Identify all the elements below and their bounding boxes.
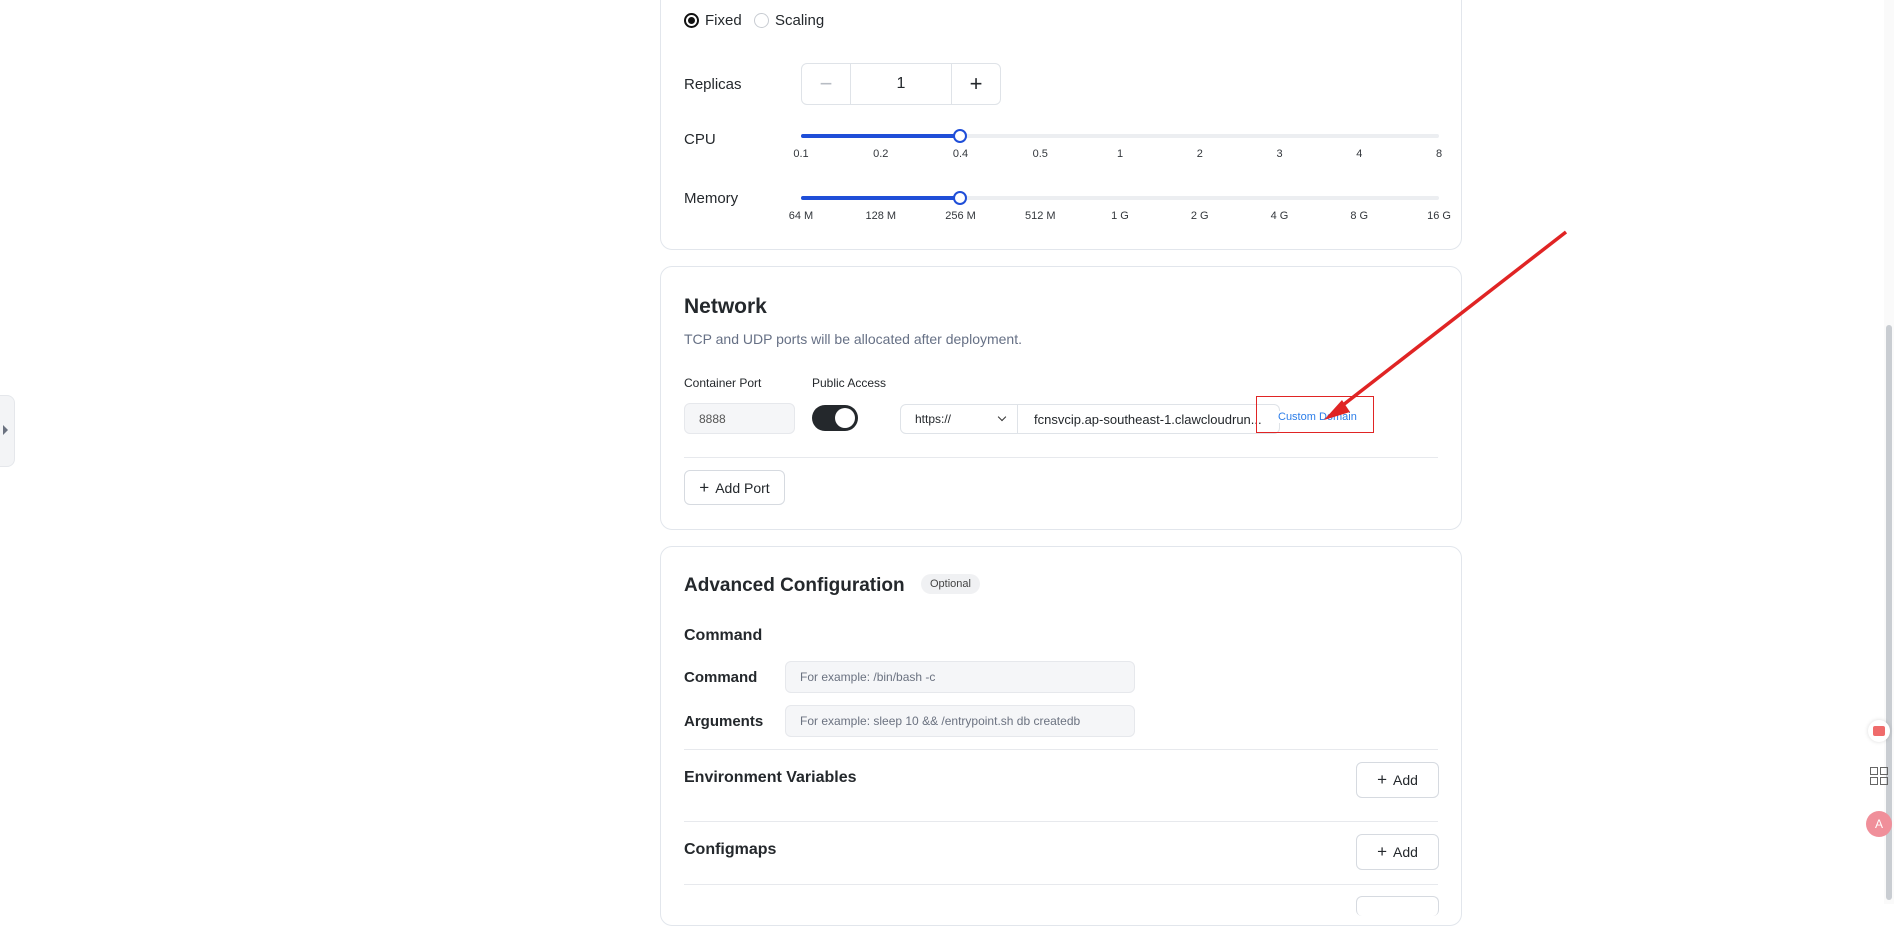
cpu-slider-fill: [801, 134, 960, 138]
plus-icon: +: [1377, 770, 1387, 789]
memory-tick-label: 64 M: [788, 210, 814, 222]
container-port-label: Container Port: [684, 376, 762, 390]
cpu-tick-label: 0.2: [873, 148, 889, 160]
add-port-button[interactable]: + Add Port: [684, 470, 785, 505]
cpu-label: CPU: [684, 131, 716, 148]
env-divider: [684, 749, 1438, 750]
replicas-label: Replicas: [684, 76, 742, 93]
chevron-right-icon: [3, 425, 8, 435]
annotation-arrow: [1324, 230, 1568, 420]
memory-tick-label: 4 G: [1270, 210, 1289, 222]
memory-tick-label: 2 G: [1190, 210, 1209, 222]
protocol-select[interactable]: https://: [900, 404, 1018, 434]
configmaps-add-button[interactable]: + Add: [1356, 834, 1439, 870]
replicas-value[interactable]: 1: [851, 64, 951, 104]
replicas-stepper: − 1 +: [801, 63, 1001, 105]
memory-tick-label: 128 M: [865, 210, 897, 222]
configmaps-label: Configmaps: [684, 841, 777, 858]
memory-tick-label: 512 M: [1024, 210, 1056, 222]
command-label: Command: [684, 669, 758, 686]
cpu-slider-thumb[interactable]: [953, 129, 967, 143]
apps-grid-icon[interactable]: [1870, 767, 1888, 785]
sidebar-expand-tab[interactable]: [0, 395, 15, 467]
configmaps-divider: [684, 821, 1438, 822]
public-access-label: Public Access: [812, 376, 887, 390]
arguments-input[interactable]: For example: sleep 10 && /entrypoint.sh …: [785, 705, 1135, 737]
bottom-divider: [684, 884, 1438, 885]
advanced-title: Advanced Configuration: [684, 575, 905, 596]
radio-fixed[interactable]: Fixed: [684, 12, 742, 29]
protocol-value: https://: [915, 412, 952, 426]
env-vars-label: Environment Variables: [684, 769, 857, 786]
decrement-button[interactable]: −: [802, 64, 851, 104]
optional-badge: Optional: [921, 574, 980, 594]
memory-tick-label: 1 G: [1111, 210, 1129, 222]
command-section-title: Command: [684, 627, 763, 644]
chevron-down-icon: [997, 412, 1007, 422]
cpu-tick-label: 8: [1435, 148, 1443, 160]
domain-field[interactable]: fcnsvcip.ap-southeast-1.clawcloudrun...: [1018, 404, 1280, 434]
arguments-label: Arguments: [684, 713, 764, 730]
memory-tick-label: 256 M: [945, 210, 976, 222]
plus-icon: +: [699, 477, 710, 497]
gift-icon[interactable]: [1868, 720, 1890, 742]
memory-slider-thumb[interactable]: [953, 191, 967, 205]
radio-scaling[interactable]: Scaling: [754, 12, 824, 29]
translate-icon[interactable]: A: [1866, 811, 1892, 837]
memory-slider-track[interactable]: [801, 196, 1439, 200]
memory-label: Memory: [684, 190, 739, 207]
command-input[interactable]: For example: /bin/bash -c: [785, 661, 1135, 693]
storage-add-button[interactable]: [1356, 896, 1439, 916]
public-access-toggle[interactable]: [812, 405, 858, 431]
resource-card: [660, 0, 1462, 250]
cpu-tick-label: 3: [1276, 148, 1283, 160]
cpu-tick-label: 0.4: [952, 148, 969, 160]
radio-scaling-dot: [754, 13, 769, 28]
network-description: TCP and UDP ports will be allocated afte…: [684, 331, 1022, 347]
cpu-tick-label: 2: [1196, 148, 1203, 160]
cpu-tick-label: 0.1: [793, 148, 809, 160]
memory-slider-fill: [801, 196, 960, 200]
increment-button[interactable]: +: [951, 64, 1000, 104]
cpu-tick-label: 0.5: [1032, 148, 1048, 160]
cpu-slider-track[interactable]: [801, 134, 1439, 138]
plus-icon: +: [1377, 842, 1387, 861]
network-divider: [684, 457, 1438, 458]
network-title: Network: [684, 295, 767, 318]
cpu-tick-label: 4: [1356, 148, 1363, 160]
env-add-button[interactable]: + Add: [1356, 762, 1439, 798]
domain-value: fcnsvcip.ap-southeast-1.clawcloudrun...: [1034, 411, 1262, 427]
cpu-tick-label: 1: [1116, 148, 1124, 160]
radio-fixed-dot: [684, 13, 699, 28]
add-port-label: Add Port: [715, 479, 770, 496]
container-port-input[interactable]: 8888: [684, 403, 795, 434]
